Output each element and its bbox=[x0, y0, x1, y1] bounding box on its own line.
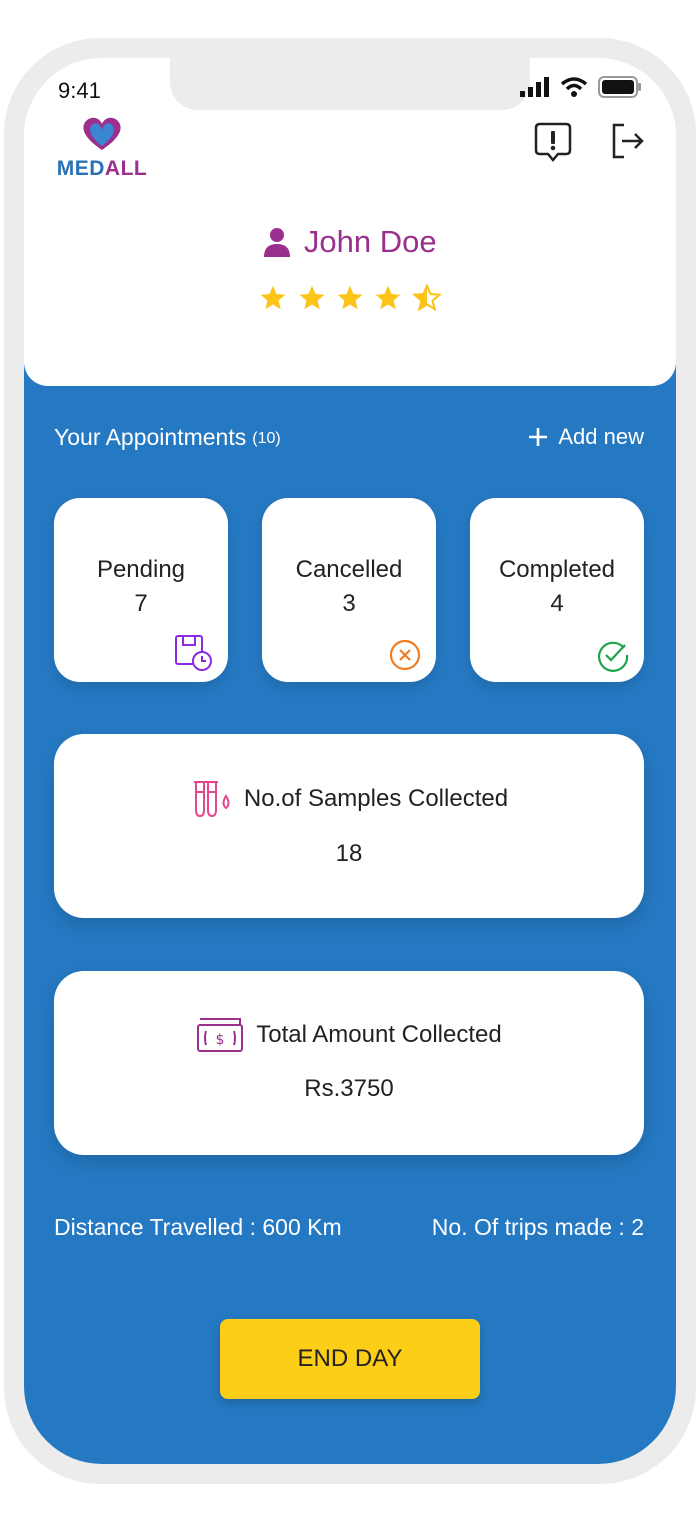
wifi-icon bbox=[560, 77, 588, 97]
battery-icon bbox=[598, 76, 641, 98]
signal-icon bbox=[520, 77, 549, 97]
profile-header: 9:41 MEDALL John Doe bbox=[24, 58, 676, 386]
heart-logo-icon bbox=[83, 117, 121, 150]
logout-icon[interactable] bbox=[610, 122, 646, 160]
rating-stars bbox=[24, 283, 676, 317]
samples-value: 18 bbox=[335, 840, 363, 867]
samples-label: No.of Samples Collected bbox=[243, 785, 509, 812]
user-info: John Doe bbox=[24, 224, 676, 260]
pending-value: 7 bbox=[134, 590, 148, 617]
star-icon bbox=[260, 285, 286, 310]
svg-text:$: $ bbox=[216, 1032, 225, 1048]
star-icon bbox=[337, 285, 363, 310]
completed-value: 4 bbox=[550, 590, 564, 617]
completed-card[interactable]: Completed 4 bbox=[470, 498, 644, 682]
samples-title: No.of Samples Collected bbox=[54, 780, 644, 818]
alert-icon[interactable] bbox=[534, 122, 572, 164]
calendar-clock-icon bbox=[175, 635, 212, 671]
trips-made: No. Of trips made : 2 bbox=[431, 1214, 644, 1240]
half-star-icon bbox=[411, 283, 442, 312]
cash-icon: $ bbox=[197, 1018, 244, 1052]
user-name: John Doe bbox=[303, 224, 437, 259]
star-icon bbox=[299, 285, 324, 310]
brand-wordmark-main: MED bbox=[56, 157, 105, 180]
status-time: 9:41 bbox=[58, 78, 101, 103]
completed-label: Completed bbox=[498, 556, 616, 583]
check-circle-icon bbox=[598, 641, 629, 672]
status-icons bbox=[520, 76, 642, 98]
device-notch bbox=[170, 58, 530, 110]
x-circle-icon bbox=[389, 639, 421, 671]
cancelled-card[interactable]: Cancelled 3 bbox=[262, 498, 436, 682]
amount-value: Rs.3750 bbox=[304, 1075, 394, 1102]
samples-card: No.of Samples Collected 18 bbox=[54, 734, 644, 918]
distance-travelled: Distance Travelled : 600 Km bbox=[54, 1214, 342, 1240]
add-new-button[interactable]: Add new bbox=[528, 424, 644, 450]
amount-label: Total Amount Collected bbox=[256, 1021, 502, 1048]
appointments-count: (10) bbox=[252, 429, 281, 447]
brand-wordmark: MEDALL bbox=[52, 157, 152, 181]
cancelled-label: Cancelled bbox=[295, 556, 403, 583]
appointments-title: Your Appointments (10) bbox=[54, 424, 281, 451]
add-new-label: Add new bbox=[558, 424, 644, 449]
brand-wordmark-accent: ALL bbox=[104, 157, 148, 180]
plus-icon bbox=[529, 428, 548, 446]
pending-label: Pending bbox=[96, 556, 186, 583]
appointments-title-text: Your Appointments bbox=[54, 424, 247, 450]
pending-card[interactable]: Pending 7 bbox=[54, 498, 228, 682]
user-icon bbox=[264, 228, 291, 257]
amount-title: $ Total Amount Collected bbox=[54, 1017, 644, 1053]
star-icon bbox=[376, 285, 401, 310]
brand-logo: MEDALL bbox=[52, 116, 152, 181]
phone-screen: 9:41 MEDALL John Doe Your Appointments (… bbox=[24, 58, 676, 1464]
cancelled-value: 3 bbox=[342, 590, 356, 617]
amount-card: $ Total Amount Collected Rs.3750 bbox=[54, 971, 644, 1155]
test-tubes-icon bbox=[193, 781, 230, 818]
end-day-button[interactable]: END DAY bbox=[220, 1319, 480, 1399]
